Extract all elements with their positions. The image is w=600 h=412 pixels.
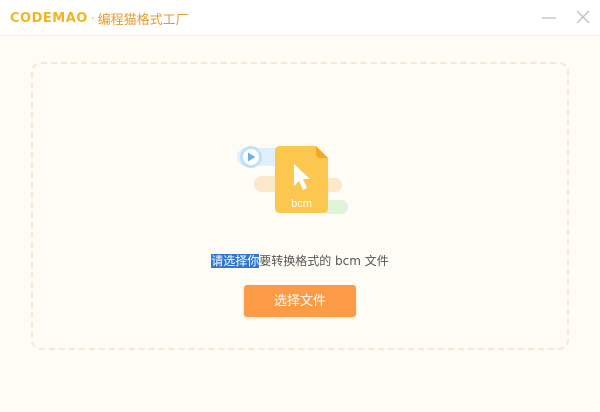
hint-selected-text: 请选择你 bbox=[211, 254, 260, 268]
file-label: bcm bbox=[291, 198, 312, 210]
hint-format: bcm bbox=[335, 254, 361, 268]
close-icon bbox=[576, 10, 590, 24]
select-file-hint: 请选择你要转换格式的 bcm 文件 bbox=[0, 252, 600, 269]
minimize-button[interactable] bbox=[540, 8, 558, 26]
title-bar[interactable]: CODEMAO · 编程猫格式工厂 bbox=[0, 0, 600, 36]
app-name: 编程猫格式工厂 bbox=[97, 12, 189, 28]
file-illustration: bcm bbox=[236, 140, 356, 222]
brand-separator: · bbox=[90, 11, 95, 25]
hint-suffix: 文件 bbox=[364, 254, 389, 268]
brand-logo: CODEMAO bbox=[10, 10, 88, 26]
choose-file-button[interactable]: 选择文件 bbox=[244, 285, 356, 317]
close-button[interactable] bbox=[574, 8, 592, 26]
hint-rest-text: 要转换格式的 bbox=[259, 254, 332, 268]
app-window: CODEMAO · 编程猫格式工厂 bcm 请选择你要转换格式的 bcm 文件 … bbox=[0, 0, 600, 412]
brand: CODEMAO · 编程猫格式工厂 bbox=[10, 8, 189, 28]
minimize-icon bbox=[542, 17, 556, 19]
